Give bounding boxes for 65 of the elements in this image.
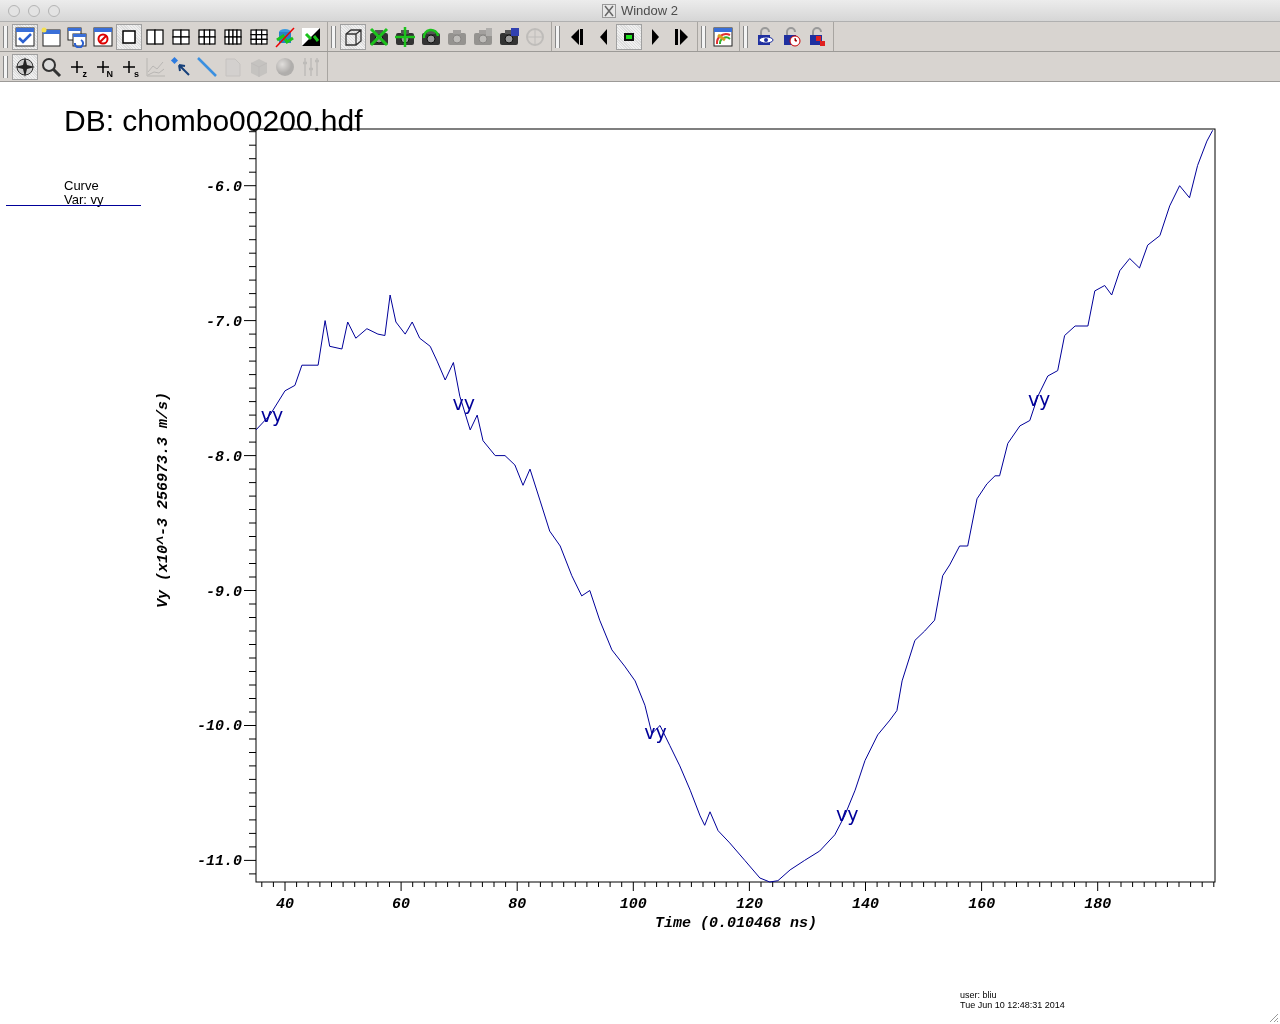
y-tick-label: -9.0 [206,583,242,601]
skip-back-icon [570,27,584,46]
plus-icon [70,59,84,74]
y-tick-label: -10.0 [197,718,242,736]
skip-forward-icon [673,27,689,46]
legend-variable: Var: vy [64,192,104,207]
curve-label: vy [452,391,475,414]
timestamp: Tue Jun 10 12:48:31 2014 [960,1000,1065,1010]
x-tick-label: 160 [968,896,996,913]
toolbar-button[interactable] [616,23,642,50]
diagonal-line-icon [196,55,218,78]
magnifier-icon [40,55,62,78]
compass-icon [14,55,36,78]
spin-icon [524,25,546,48]
x-window-icon [601,3,616,18]
x-tick-label: 140 [852,896,880,913]
toolbar-handle[interactable] [701,25,706,48]
inverted-triangles-icon [300,25,322,48]
toolbar-button[interactable]: s [116,53,142,80]
stop-icon [623,31,635,42]
toolbar-button[interactable] [116,23,142,50]
camera-cross-icon [368,25,390,48]
x-tick-label: 180 [1084,896,1112,913]
cameras-icon [472,25,494,48]
toolbar-handle[interactable] [555,25,560,48]
x-tick-label: 60 [392,896,411,913]
y-tick-label: -7.0 [206,313,242,331]
chart-icon [144,55,166,78]
pick-arrow-icon [170,55,192,78]
toolbar-handle[interactable] [331,25,336,48]
sliders-icon [300,55,322,78]
step-back-icon [598,27,608,46]
sphere-icon [274,55,296,78]
legend-line-icon [6,205,141,206]
database-title: DB: chombo00200.hdf [64,104,363,138]
toolbar-handle[interactable] [3,25,8,48]
toolbar-handle[interactable] [743,25,748,48]
window-title: Window 2 [620,3,679,18]
resize-grip-icon[interactable] [1267,1011,1279,1023]
toolbar-handle[interactable] [3,55,8,78]
camera-arrows-icon [394,25,416,48]
x-tick-label: 40 [276,896,295,913]
window-icon [40,25,62,48]
windows-icon [66,25,88,48]
toolbar-button[interactable] [340,23,366,50]
legend-title: Curve [64,178,99,193]
camera-disk-icon [498,25,520,48]
palette-window-icon [712,25,734,48]
y-tick-label: -6.0 [206,178,242,196]
y-axis-label: Vy (x10^-3 256973.3 m/s) [155,392,172,608]
x-tick-label: 120 [735,896,763,913]
user-name: user: bliu [960,990,998,1000]
x-axis-label: Time (0.010468 ns) [655,915,817,932]
struck-cylinder-icon [274,25,296,48]
x-tick-label: 100 [619,896,647,913]
window-check-icon [14,25,36,48]
window-forbidden-icon [92,25,114,48]
toolbar-button[interactable] [12,53,38,80]
y-tick-label: -11.0 [197,853,242,871]
plus-icon [122,59,136,74]
toolbar-button[interactable]: N [90,53,116,80]
play-icon [650,27,660,46]
x-tick-label: 80 [508,896,527,913]
toolbar-button[interactable]: z [64,53,90,80]
y-tick-label: -8.0 [206,448,242,466]
